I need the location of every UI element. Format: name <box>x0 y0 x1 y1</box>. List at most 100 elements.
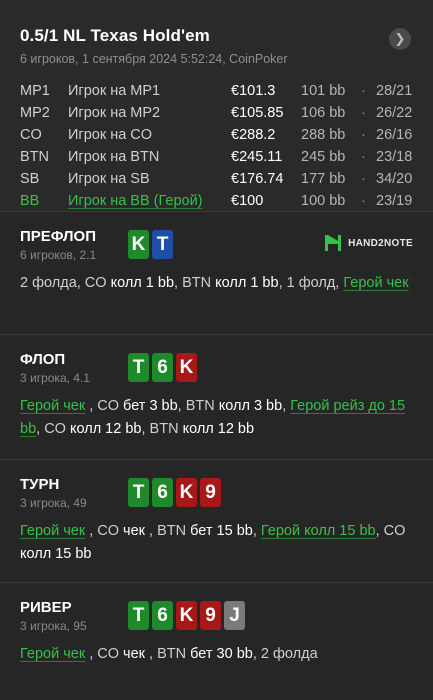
card: J <box>224 601 245 630</box>
player-name: Игрок на BTN <box>68 149 160 165</box>
street-flop: ФЛОП 3 игрока, 4.1 T6K Герой чек , CO бе… <box>0 334 433 459</box>
separator: · <box>361 149 366 165</box>
chevron-right-icon[interactable]: ❯ <box>389 28 411 50</box>
player-stack-bb: 245 bb <box>301 149 346 165</box>
player-position: MP2 <box>20 105 50 121</box>
player-stats: 23/19 <box>376 193 413 209</box>
player-position: SB <box>20 171 40 187</box>
hand2note-logo-icon <box>325 235 342 251</box>
action-text: , CO <box>85 398 124 414</box>
player-stack: €105.85 <box>231 105 284 121</box>
player-row: BTN Игрок на BTN €245.11 245 bb · 23/18 <box>20 146 413 168</box>
street-title: ПРЕФЛОП <box>20 228 96 245</box>
player-row: MP2 Игрок на MP2 €105.85 106 bb · 26/22 <box>20 102 413 124</box>
action-text: , BTN <box>145 646 191 662</box>
hero-action[interactable]: Герой чек <box>343 275 408 291</box>
hero-action[interactable]: Герой колл 15 bb <box>261 523 376 539</box>
game-subtitle: 6 игроков, 1 сентября 2024 5:52:24, Coin… <box>20 52 288 66</box>
card: 6 <box>152 478 173 507</box>
card: T <box>152 230 173 259</box>
player-position: MP1 <box>20 83 50 99</box>
street-actions: Герой чек , CO чек , BTN бет 15 bb, Геро… <box>20 520 413 566</box>
hand2note-logo-text: HAND2NOTE <box>348 237 413 249</box>
card: T <box>128 601 149 630</box>
player-name: Игрок на SB <box>68 171 150 187</box>
player-row: BB Игрок на BB (Герой) €100 100 bb · 23/19 <box>20 190 413 212</box>
action-text: , 2 фолда <box>252 646 318 662</box>
player-name: Игрок на MP2 <box>68 105 161 121</box>
player-action: колл 1 bb <box>110 275 175 291</box>
player-stack: €288.2 <box>231 127 276 143</box>
card: K <box>176 601 197 630</box>
action-text: 2 фолда, CO <box>20 275 111 291</box>
street-river: РИВЕР 3 игрока, 95 T6K9J Герой чек , CO … <box>0 582 433 682</box>
street-title: ТУРН <box>20 476 60 493</box>
action-text: , CO <box>36 421 70 437</box>
separator: · <box>361 171 366 187</box>
card: K <box>128 230 149 259</box>
player-name[interactable]: Игрок на BB (Герой) <box>68 193 231 209</box>
action-text: , BTN <box>174 275 216 291</box>
card: K <box>176 478 197 507</box>
player-action: бет 15 bb <box>190 523 253 539</box>
player-action: бет 30 bb <box>190 646 253 662</box>
player-action: чек <box>123 523 146 539</box>
player-stack: €100 <box>231 193 264 209</box>
player-stats: 26/16 <box>376 127 413 143</box>
player-action: колл 12 bb <box>69 421 142 437</box>
player-stack: €176.74 <box>231 171 284 187</box>
player-action: колл 12 bb <box>182 421 255 437</box>
game-title: 0.5/1 NL Texas Hold'em <box>20 26 210 45</box>
player-action: колл 15 bb <box>20 546 92 562</box>
player-name: Игрок на CO <box>68 127 153 143</box>
hero-cards: KT <box>128 230 173 259</box>
hand-history-panel: 0.5/1 NL Texas Hold'em 6 игроков, 1 сент… <box>0 0 433 700</box>
action-text: , BTN <box>145 523 191 539</box>
player-position: BB <box>20 193 40 209</box>
separator: · <box>361 105 366 121</box>
player-name: Игрок на MP1 <box>68 83 161 99</box>
action-text: , 1 фолд, <box>278 275 344 291</box>
card: K <box>176 353 197 382</box>
hero-action[interactable]: Герой чек <box>20 398 85 414</box>
street-turn: ТУРН 3 игрока, 49 T6K9 Герой чек , CO че… <box>0 459 433 582</box>
street-actions: 2 фолда, CO колл 1 bb, BTN колл 1 bb, 1 … <box>20 272 413 295</box>
hand2note-logo: HAND2NOTE <box>322 232 413 254</box>
player-action: чек <box>123 646 146 662</box>
action-text: , CO <box>85 646 124 662</box>
hero-action[interactable]: Герой чек <box>20 646 85 662</box>
player-row: SB Игрок на SB €176.74 177 bb · 34/20 <box>20 168 413 190</box>
separator: · <box>361 193 366 209</box>
separator: · <box>361 83 366 99</box>
street-title: РИВЕР <box>20 599 72 616</box>
street-subtitle: 6 игроков, 2.1 <box>20 248 97 262</box>
player-row: CO Игрок на CO €288.2 288 bb · 26/16 <box>20 124 413 146</box>
street-subtitle: 3 игрока, 95 <box>20 619 87 633</box>
action-text: , BTN <box>177 398 219 414</box>
player-position: BTN <box>20 149 49 165</box>
card: T <box>128 353 149 382</box>
card: 6 <box>152 601 173 630</box>
action-text: , BTN <box>141 421 183 437</box>
player-row: MP1 Игрок на MP1 €101.3 101 bb · 28/21 <box>20 80 413 102</box>
street-subtitle: 3 игрока, 49 <box>20 496 87 510</box>
street-actions: Герой чек , CO бет 3 bb, BTN колл 3 bb, … <box>20 395 413 441</box>
player-stack-bb: 100 bb <box>301 193 346 209</box>
card: 9 <box>200 601 221 630</box>
player-stack-bb: 288 bb <box>301 127 346 143</box>
action-text: , CO <box>375 523 406 539</box>
card: T <box>128 478 149 507</box>
player-stack-bb: 106 bb <box>301 105 346 121</box>
action-text: , CO <box>85 523 124 539</box>
card: 9 <box>200 478 221 507</box>
player-stack: €245.11 <box>231 149 283 165</box>
player-stack-bb: 177 bb <box>301 171 346 187</box>
player-stack: €101.3 <box>231 83 276 99</box>
hero-action[interactable]: Герой чек <box>20 523 85 539</box>
street-title: ФЛОП <box>20 351 66 368</box>
street-actions: Герой чек , CO чек , BTN бет 30 bb, 2 фо… <box>20 643 413 666</box>
player-stats: 23/18 <box>376 149 413 165</box>
card: 6 <box>152 353 173 382</box>
hand-header: 0.5/1 NL Texas Hold'em 6 игроков, 1 сент… <box>0 0 433 211</box>
player-action: бет 3 bb <box>123 398 178 414</box>
